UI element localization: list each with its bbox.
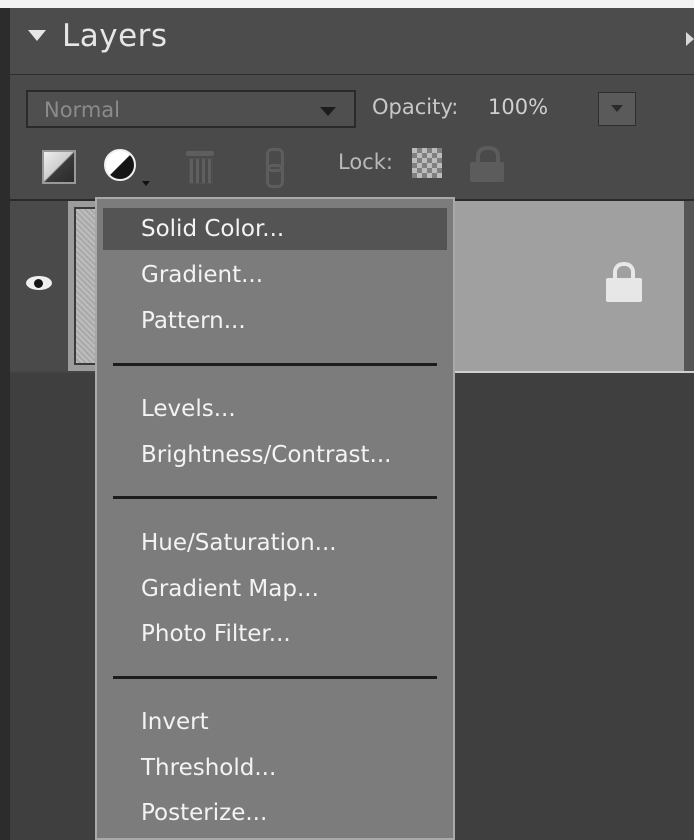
adjustment-layer-icon: [104, 149, 136, 181]
lock-icon-body: [470, 162, 504, 182]
menu-item-label: Threshold...: [141, 755, 277, 781]
menu-item-label: Posterize...: [141, 800, 268, 826]
menu-item-label: Invert: [141, 709, 209, 735]
delete-layer-button[interactable]: [178, 143, 224, 189]
new-layer-icon: [42, 150, 76, 184]
menu-separator: [113, 363, 437, 366]
menu-separator: [113, 496, 437, 499]
adjustment-layer-menu: Solid Color... Gradient... Pattern... Le…: [95, 197, 455, 840]
adjustment-layer-button[interactable]: [96, 143, 156, 189]
menu-item-photo-filter[interactable]: Photo Filter...: [103, 613, 447, 655]
menu-item-invert[interactable]: Invert: [103, 701, 447, 743]
menu-item-label: Pattern...: [141, 308, 246, 334]
layer-row-border: [455, 371, 694, 373]
eye-pupil: [34, 279, 43, 288]
lock-icon: [606, 262, 642, 304]
chevron-down-icon: [142, 181, 150, 186]
opacity-input[interactable]: 100%: [488, 95, 548, 119]
panel-title: Layers: [62, 18, 168, 54]
trash-icon: [186, 151, 214, 156]
lock-transparent-pixels-icon[interactable]: [412, 148, 442, 178]
menu-item-levels[interactable]: Levels...: [103, 388, 447, 430]
menu-item-pattern[interactable]: Pattern...: [103, 300, 447, 342]
lock-all-button[interactable]: [470, 146, 504, 182]
link-layers-button[interactable]: [256, 143, 302, 189]
panel-menu-icon[interactable]: [686, 32, 694, 46]
chevron-down-icon[interactable]: [28, 30, 46, 41]
panel-left-edge: [0, 8, 10, 840]
menu-item-brightness-contrast[interactable]: Brightness/Contrast...: [103, 434, 447, 476]
menu-item-solid-color[interactable]: Solid Color...: [103, 208, 447, 250]
eye-icon[interactable]: [26, 276, 52, 290]
menu-separator: [113, 676, 437, 679]
menu-item-gradient-map[interactable]: Gradient Map...: [103, 568, 447, 610]
blend-mode-value: Normal: [44, 98, 120, 122]
new-layer-button[interactable]: [36, 143, 82, 189]
link-icon-lower: [266, 164, 284, 188]
opacity-dropdown-button[interactable]: [598, 92, 636, 126]
opacity-label: Opacity:: [372, 95, 459, 119]
menu-item-label: Levels...: [141, 396, 236, 422]
top-strip: [0, 0, 694, 8]
lock-body: [606, 278, 642, 302]
menu-item-label: Gradient Map...: [141, 576, 319, 602]
menu-item-hue-saturation[interactable]: Hue/Saturation...: [103, 522, 447, 564]
menu-item-threshold[interactable]: Threshold...: [103, 747, 447, 789]
menu-item-gradient[interactable]: Gradient...: [103, 254, 447, 296]
layer-row-right[interactable]: [455, 201, 687, 373]
menu-item-label: Hue/Saturation...: [141, 530, 337, 556]
lock-label: Lock:: [338, 150, 393, 174]
menu-item-label: Gradient...: [141, 262, 264, 288]
menu-item-label: Photo Filter...: [141, 621, 291, 647]
layer-row-edge: [684, 201, 694, 373]
menu-item-posterize[interactable]: Posterize...: [103, 792, 447, 834]
menu-item-label: Brightness/Contrast...: [141, 442, 392, 468]
trash-icon-body: [189, 158, 213, 184]
menu-item-label: Solid Color...: [141, 216, 285, 242]
chevron-down-icon: [611, 105, 623, 112]
blend-mode-select[interactable]: Normal: [26, 90, 356, 128]
chevron-down-icon: [320, 107, 336, 116]
